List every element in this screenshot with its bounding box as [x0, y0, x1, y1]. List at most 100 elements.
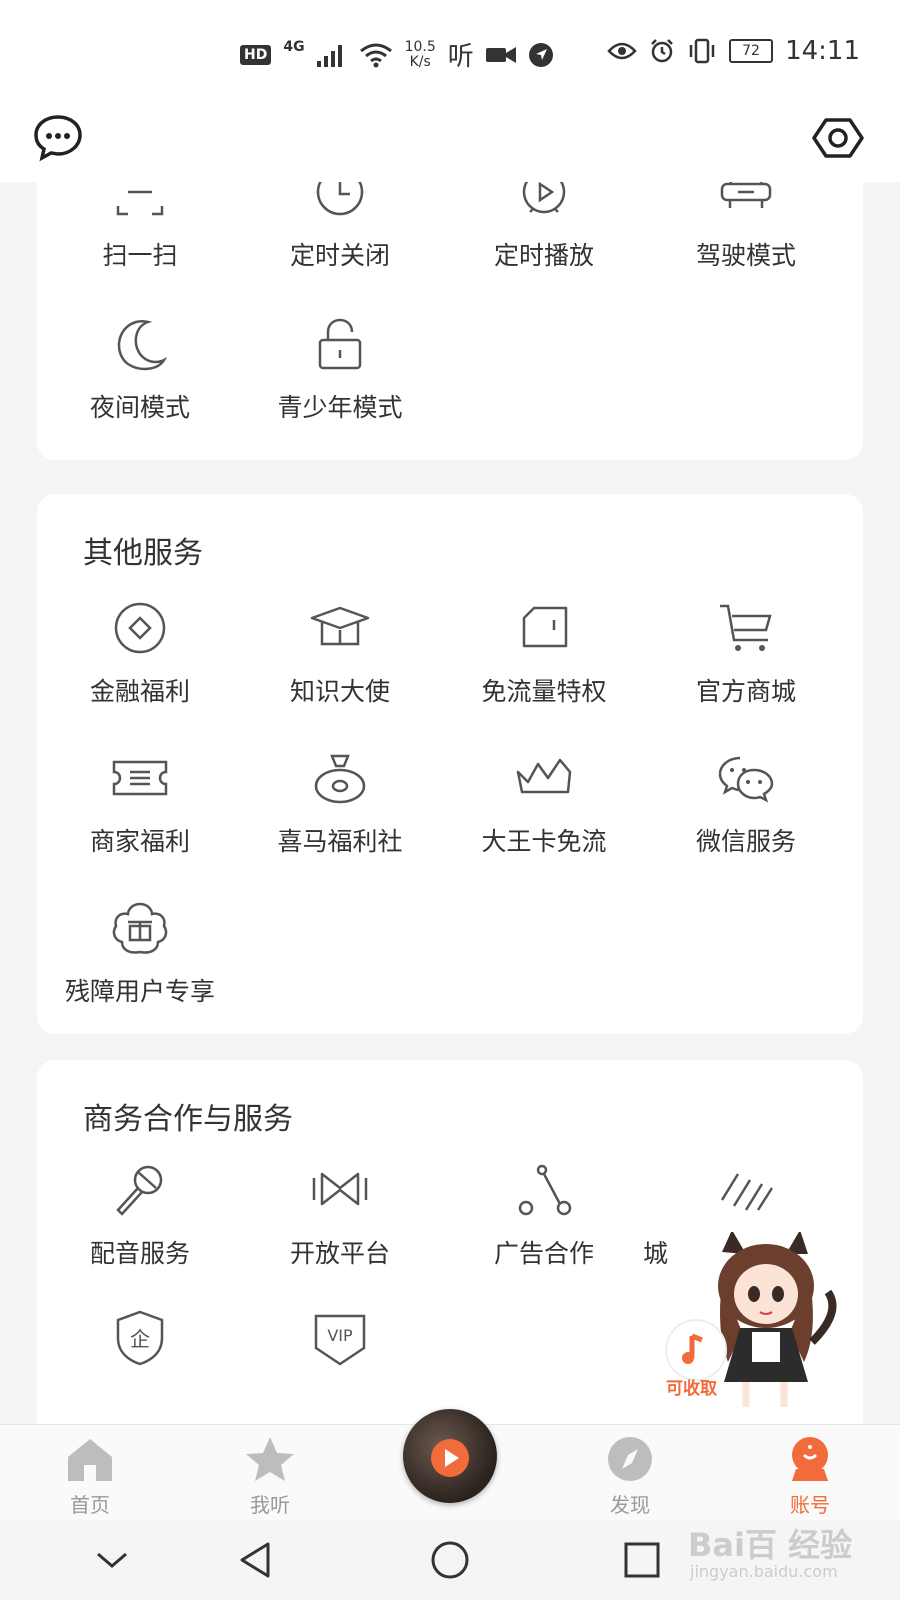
business-item-vip[interactable]: VIP — [237, 1308, 443, 1368]
service-item-xima-welfare[interactable]: 喜马福利社 — [237, 748, 443, 858]
now-playing-disc[interactable] — [403, 1409, 497, 1503]
business-item-enterprise[interactable]: 企 — [37, 1308, 243, 1368]
tool-label: 驾驶模式 — [695, 241, 796, 270]
service-item-mall[interactable]: 官方商城 — [643, 598, 849, 708]
service-item-knowledge[interactable]: 知识大使 — [237, 598, 443, 708]
service-label: 官方商城 — [695, 677, 796, 706]
service-label: 金融福利 — [89, 677, 190, 706]
tab-home[interactable]: 首页 — [30, 1435, 150, 1518]
vibrate-icon — [689, 38, 715, 64]
business-item-open-platform[interactable]: 开放平台 — [237, 1160, 443, 1270]
tool-item-driving[interactable]: 驾驶模式 — [643, 182, 849, 272]
tool-label: 青少年模式 — [277, 393, 403, 422]
network-label: 4G — [283, 38, 305, 55]
battery-indicator: 72 — [729, 39, 774, 63]
signal-icon — [316, 44, 342, 67]
speed-unit: K/s — [409, 53, 431, 70]
chevron-down-icon[interactable] — [90, 1538, 134, 1582]
business-item-dubbing[interactable]: 配音服务 — [37, 1160, 243, 1270]
tool-label: 夜间模式 — [89, 393, 190, 422]
coin-icon — [114, 602, 166, 654]
tool-label: 定时关闭 — [289, 241, 390, 270]
tab-discover[interactable]: 发现 — [570, 1435, 690, 1518]
tool-item-timer-off[interactable]: 定时关闭 — [237, 182, 443, 272]
tool-item-night-mode[interactable]: 夜间模式 — [37, 314, 243, 424]
service-item-king-card[interactable]: 大王卡免流 — [441, 748, 647, 858]
message-bubble-icon[interactable] — [30, 110, 86, 166]
play-icon — [431, 1439, 469, 1477]
video-camera-icon — [485, 46, 516, 63]
vip-badge-text: VIP — [327, 1326, 353, 1345]
status-right-group: 72 14:11 — [607, 36, 860, 66]
tab-my-listen[interactable]: 我听 — [210, 1435, 330, 1518]
location-arrow-icon — [528, 42, 553, 67]
shopping-cart-icon — [720, 604, 772, 651]
scan-icon — [116, 190, 164, 216]
network-speed: 10.5 K/s — [404, 38, 436, 70]
floating-mascot[interactable]: 可收取 — [662, 1230, 862, 1422]
ticket-icon — [112, 760, 168, 796]
business-label: 广告合作 — [493, 1239, 594, 1268]
alarm-play-icon — [522, 182, 566, 214]
clock-icon — [316, 182, 364, 216]
eye-icon — [607, 42, 637, 60]
service-label: 免流量特权 — [481, 677, 607, 706]
service-item-merchant[interactable]: 商家福利 — [37, 748, 243, 858]
hd-badge: HD — [240, 44, 272, 65]
bottom-tab-bar: 首页 我听 发现 账号 — [0, 1409, 900, 1521]
recents-square-icon[interactable] — [620, 1538, 664, 1582]
tab-label: 发现 — [610, 1493, 650, 1517]
wechat-icon — [718, 756, 774, 803]
home-icon — [68, 1439, 112, 1481]
watermark-brand: Bai百 经验 — [688, 1526, 853, 1564]
tool-item-timer-play[interactable]: 定时播放 — [441, 182, 647, 272]
ting-app-icon: 听 — [447, 42, 474, 72]
service-label: 微信服务 — [695, 827, 796, 856]
compass-icon — [608, 1437, 652, 1481]
sim-card-icon — [522, 606, 568, 648]
service-label: 喜马福利社 — [277, 827, 403, 856]
lock-icon — [318, 318, 362, 370]
tab-label: 账号 — [790, 1493, 830, 1517]
service-item-free-data[interactable]: 免流量特权 — [441, 598, 647, 708]
section-title: 其他服务 — [83, 536, 203, 571]
car-icon — [720, 182, 772, 208]
business-label: 开放平台 — [289, 1239, 390, 1268]
alarm-icon — [651, 39, 673, 63]
tool-item-scan[interactable]: 扫一扫 — [37, 182, 243, 272]
service-item-finance[interactable]: 金融福利 — [37, 598, 243, 708]
home-circle-icon[interactable] — [428, 1538, 472, 1582]
bowtie-icon — [312, 1172, 368, 1206]
watermark-url: jingyan.baidu.com — [690, 1562, 838, 1581]
tab-label: 首页 — [70, 1493, 110, 1517]
money-bag-icon — [314, 754, 366, 804]
account-header — [0, 100, 900, 182]
collect-label: 可收取 — [666, 1379, 717, 1399]
star-icon — [246, 1437, 294, 1481]
tool-item-youth-mode[interactable]: 青少年模式 — [237, 314, 443, 424]
settings-hexagon-icon[interactable] — [810, 110, 866, 166]
service-label: 残障用户专享 — [64, 977, 215, 1006]
link-nodes-icon — [518, 1164, 572, 1216]
service-label: 知识大使 — [289, 677, 390, 706]
status-left-group: HD 4G 10.5 K/s 听 — [240, 36, 554, 73]
service-item-accessibility[interactable]: 残障用户专享 — [37, 898, 243, 1008]
speed-value: 10.5 — [404, 38, 436, 55]
tool-label: 定时播放 — [493, 241, 594, 270]
gift-flower-icon — [112, 902, 168, 954]
business-item-ads[interactable]: 广告合作 — [441, 1160, 647, 1270]
other-services-card: 其他服务 金融福利 知识大使 免流量特权 官方商城 商家福利 喜马福利社 大王卡… — [37, 494, 863, 1034]
account-face-icon — [792, 1437, 828, 1481]
status-bar: HD 4G 10.5 K/s 听 72 14:11 — [0, 0, 900, 100]
tools-card: 扫一扫 定时关闭 定时播放 驾驶模式 夜间模式 青少年模式 — [37, 182, 863, 460]
clock-time: 14:11 — [785, 36, 860, 66]
tab-account[interactable]: 账号 — [750, 1435, 870, 1518]
service-label: 商家福利 — [89, 827, 190, 856]
crown-card-icon — [516, 758, 572, 794]
microphone-icon — [116, 1165, 163, 1216]
business-label: 配音服务 — [89, 1239, 190, 1268]
tab-label: 我听 — [250, 1493, 290, 1517]
back-triangle-icon[interactable] — [234, 1538, 278, 1582]
enterprise-badge-text: 企 — [130, 1327, 150, 1351]
service-item-wechat[interactable]: 微信服务 — [643, 748, 849, 858]
